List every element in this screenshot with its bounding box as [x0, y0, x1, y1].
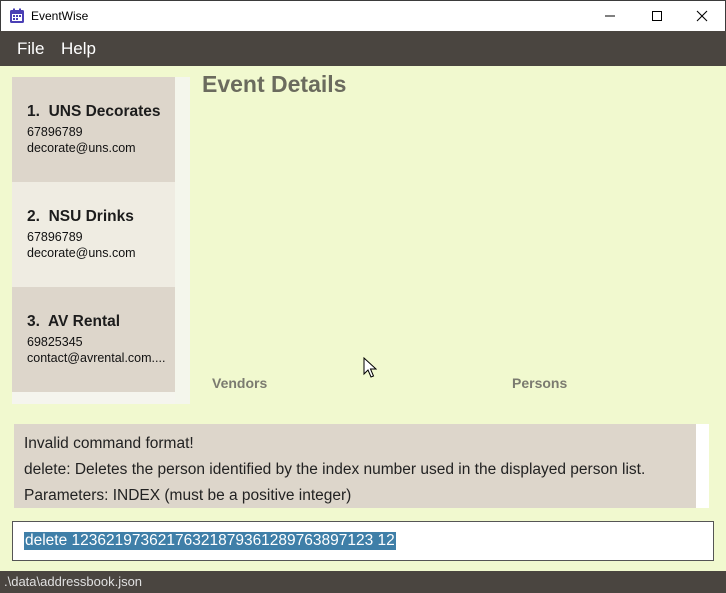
vendors-label: Vendors: [212, 375, 268, 391]
menu-help[interactable]: Help: [61, 39, 96, 59]
result-scrollbar[interactable]: [696, 424, 709, 508]
vendor-phone: 67896789: [27, 230, 83, 244]
command-input[interactable]: delete 123621973621763218793612897638971…: [12, 521, 714, 561]
result-line: Invalid command format!: [24, 435, 194, 452]
vendor-index: 3.: [27, 313, 40, 330]
vendor-name: NSU Drinks: [48, 208, 134, 225]
vendor-index: 1.: [27, 103, 40, 120]
vendor-list-scrollbar[interactable]: [175, 77, 190, 404]
close-icon: [696, 10, 708, 22]
vendor-card[interactable]: 1. UNS Decorates 67896789 decorate@uns.c…: [12, 77, 175, 182]
vendor-list[interactable]: 1. UNS Decorates 67896789 decorate@uns.c…: [12, 77, 190, 404]
status-file-path: .\data\addressbook.json: [4, 574, 143, 589]
vendor-email: decorate@uns.com: [27, 141, 136, 155]
command-text: delete 123621973621763218793612897638971…: [24, 532, 396, 550]
result-line: delete: Deletes the person identified by…: [24, 461, 646, 478]
vendor-card[interactable]: 3. AV Rental 69825345 contact@avrental.c…: [12, 287, 175, 392]
close-button[interactable]: [679, 1, 725, 31]
vendor-index: 2.: [27, 208, 40, 225]
maximize-button[interactable]: [634, 1, 680, 31]
result-display: Invalid command format! delete: Deletes …: [14, 424, 696, 508]
minimize-icon: [605, 15, 615, 17]
event-details-title: Event Details: [202, 71, 347, 97]
persons-label: Persons: [512, 375, 568, 391]
vendor-email: contact@avrental.com....: [27, 351, 166, 365]
window-title: EventWise: [31, 9, 89, 23]
maximize-icon: [652, 11, 662, 21]
mouse-cursor-icon: [363, 357, 377, 378]
vendor-card[interactable]: 2. NSU Drinks 67896789 decorate@uns.com: [12, 182, 175, 287]
vendor-name: UNS Decorates: [48, 103, 161, 120]
vendor-phone: 69825345: [27, 335, 83, 349]
vendor-name: AV Rental: [47, 313, 121, 330]
menu-file[interactable]: File: [17, 39, 44, 59]
minimize-button[interactable]: [587, 1, 633, 31]
vendor-email: decorate@uns.com: [27, 246, 136, 260]
calendar-icon: [10, 8, 24, 23]
title-bar: EventWise: [0, 0, 726, 31]
result-line: Parameters: INDEX (must be a positive in…: [24, 487, 352, 504]
menu-bar: File Help: [0, 31, 726, 66]
vendor-phone: 67896789: [27, 125, 83, 139]
status-bar: .\data\addressbook.json: [0, 571, 726, 593]
